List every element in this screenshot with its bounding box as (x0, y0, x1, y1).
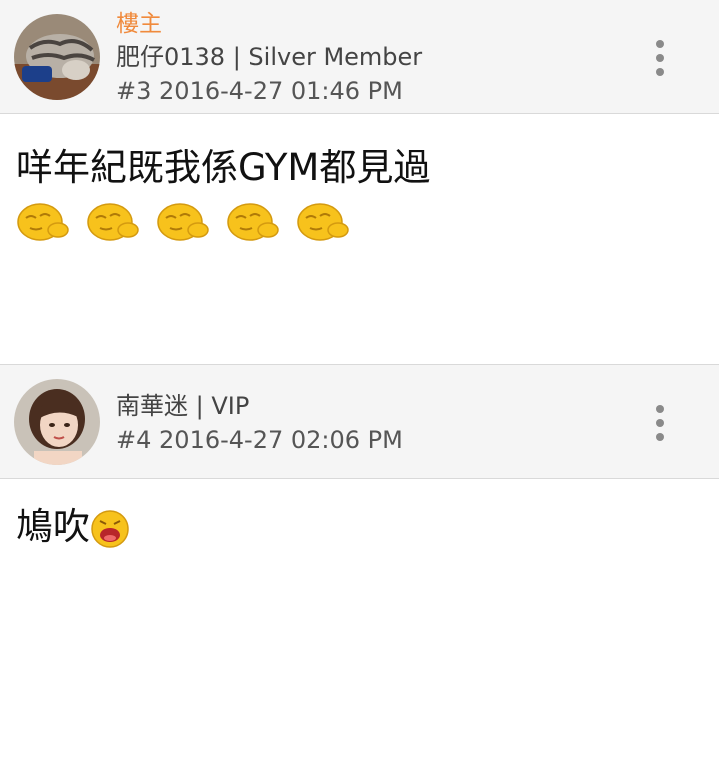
post-body-1: 咩年紀既我係GYM都見過 (0, 114, 719, 364)
user-avatar[interactable] (14, 379, 100, 465)
author-line: 肥仔0138 | Silver Member (116, 43, 423, 71)
more-options-button[interactable] (645, 40, 675, 76)
post-content-line: 鳩吹 (16, 503, 130, 551)
post-content: 鳩吹 (16, 505, 90, 548)
more-dot-icon (656, 54, 664, 62)
post-body-2: 鳩吹 (0, 479, 719, 761)
more-options-button[interactable] (645, 405, 675, 441)
member-rank: VIP (211, 392, 250, 420)
more-dot-icon (656, 40, 664, 48)
sleepy-emoji-icon (227, 203, 279, 241)
post-timestamp: 2016-4-27 02:06 PM (159, 426, 403, 454)
emoji-row (14, 198, 352, 242)
more-dot-icon (656, 68, 664, 76)
post-header-2: 南華迷 | VIP #4 2016-4-27 02:06 PM (0, 364, 719, 479)
author-name[interactable]: 肥仔0138 (116, 43, 225, 71)
sleepy-emoji-icon (157, 203, 209, 241)
sleepy-emoji-icon (297, 203, 349, 241)
post-timestamp: 2016-4-27 01:46 PM (159, 77, 403, 105)
sleepy-emoji-icon (87, 203, 139, 241)
post-info-line: #4 2016-4-27 02:06 PM (116, 423, 403, 457)
more-dot-icon (656, 433, 664, 441)
author-name[interactable]: 南華迷 (116, 392, 188, 420)
post-number: #4 (116, 426, 152, 454)
post-info-line: #3 2016-4-27 01:46 PM (116, 74, 422, 108)
user-avatar[interactable] (14, 14, 100, 100)
more-dot-icon (656, 419, 664, 427)
post-number: #3 (116, 77, 152, 105)
cat-avatar-image (14, 14, 100, 100)
sleepy-emoji-icon (17, 203, 69, 241)
post-content: 咩年紀既我係GYM都見過 (16, 146, 431, 189)
post-meta-2: 南華迷 | VIP #4 2016-4-27 02:06 PM (116, 389, 403, 457)
op-label: 樓主 (116, 11, 162, 37)
member-rank: Silver Member (248, 43, 423, 71)
author-line: 南華迷 | VIP (116, 392, 250, 420)
post-meta-1: 樓主 肥仔0138 | Silver Member #3 2016-4-27 0… (116, 8, 422, 108)
post-header-1: 樓主 肥仔0138 | Silver Member #3 2016-4-27 0… (0, 0, 719, 114)
more-dot-icon (656, 405, 664, 413)
portrait-avatar-image (14, 379, 100, 465)
shouting-emoji-icon (91, 509, 129, 548)
